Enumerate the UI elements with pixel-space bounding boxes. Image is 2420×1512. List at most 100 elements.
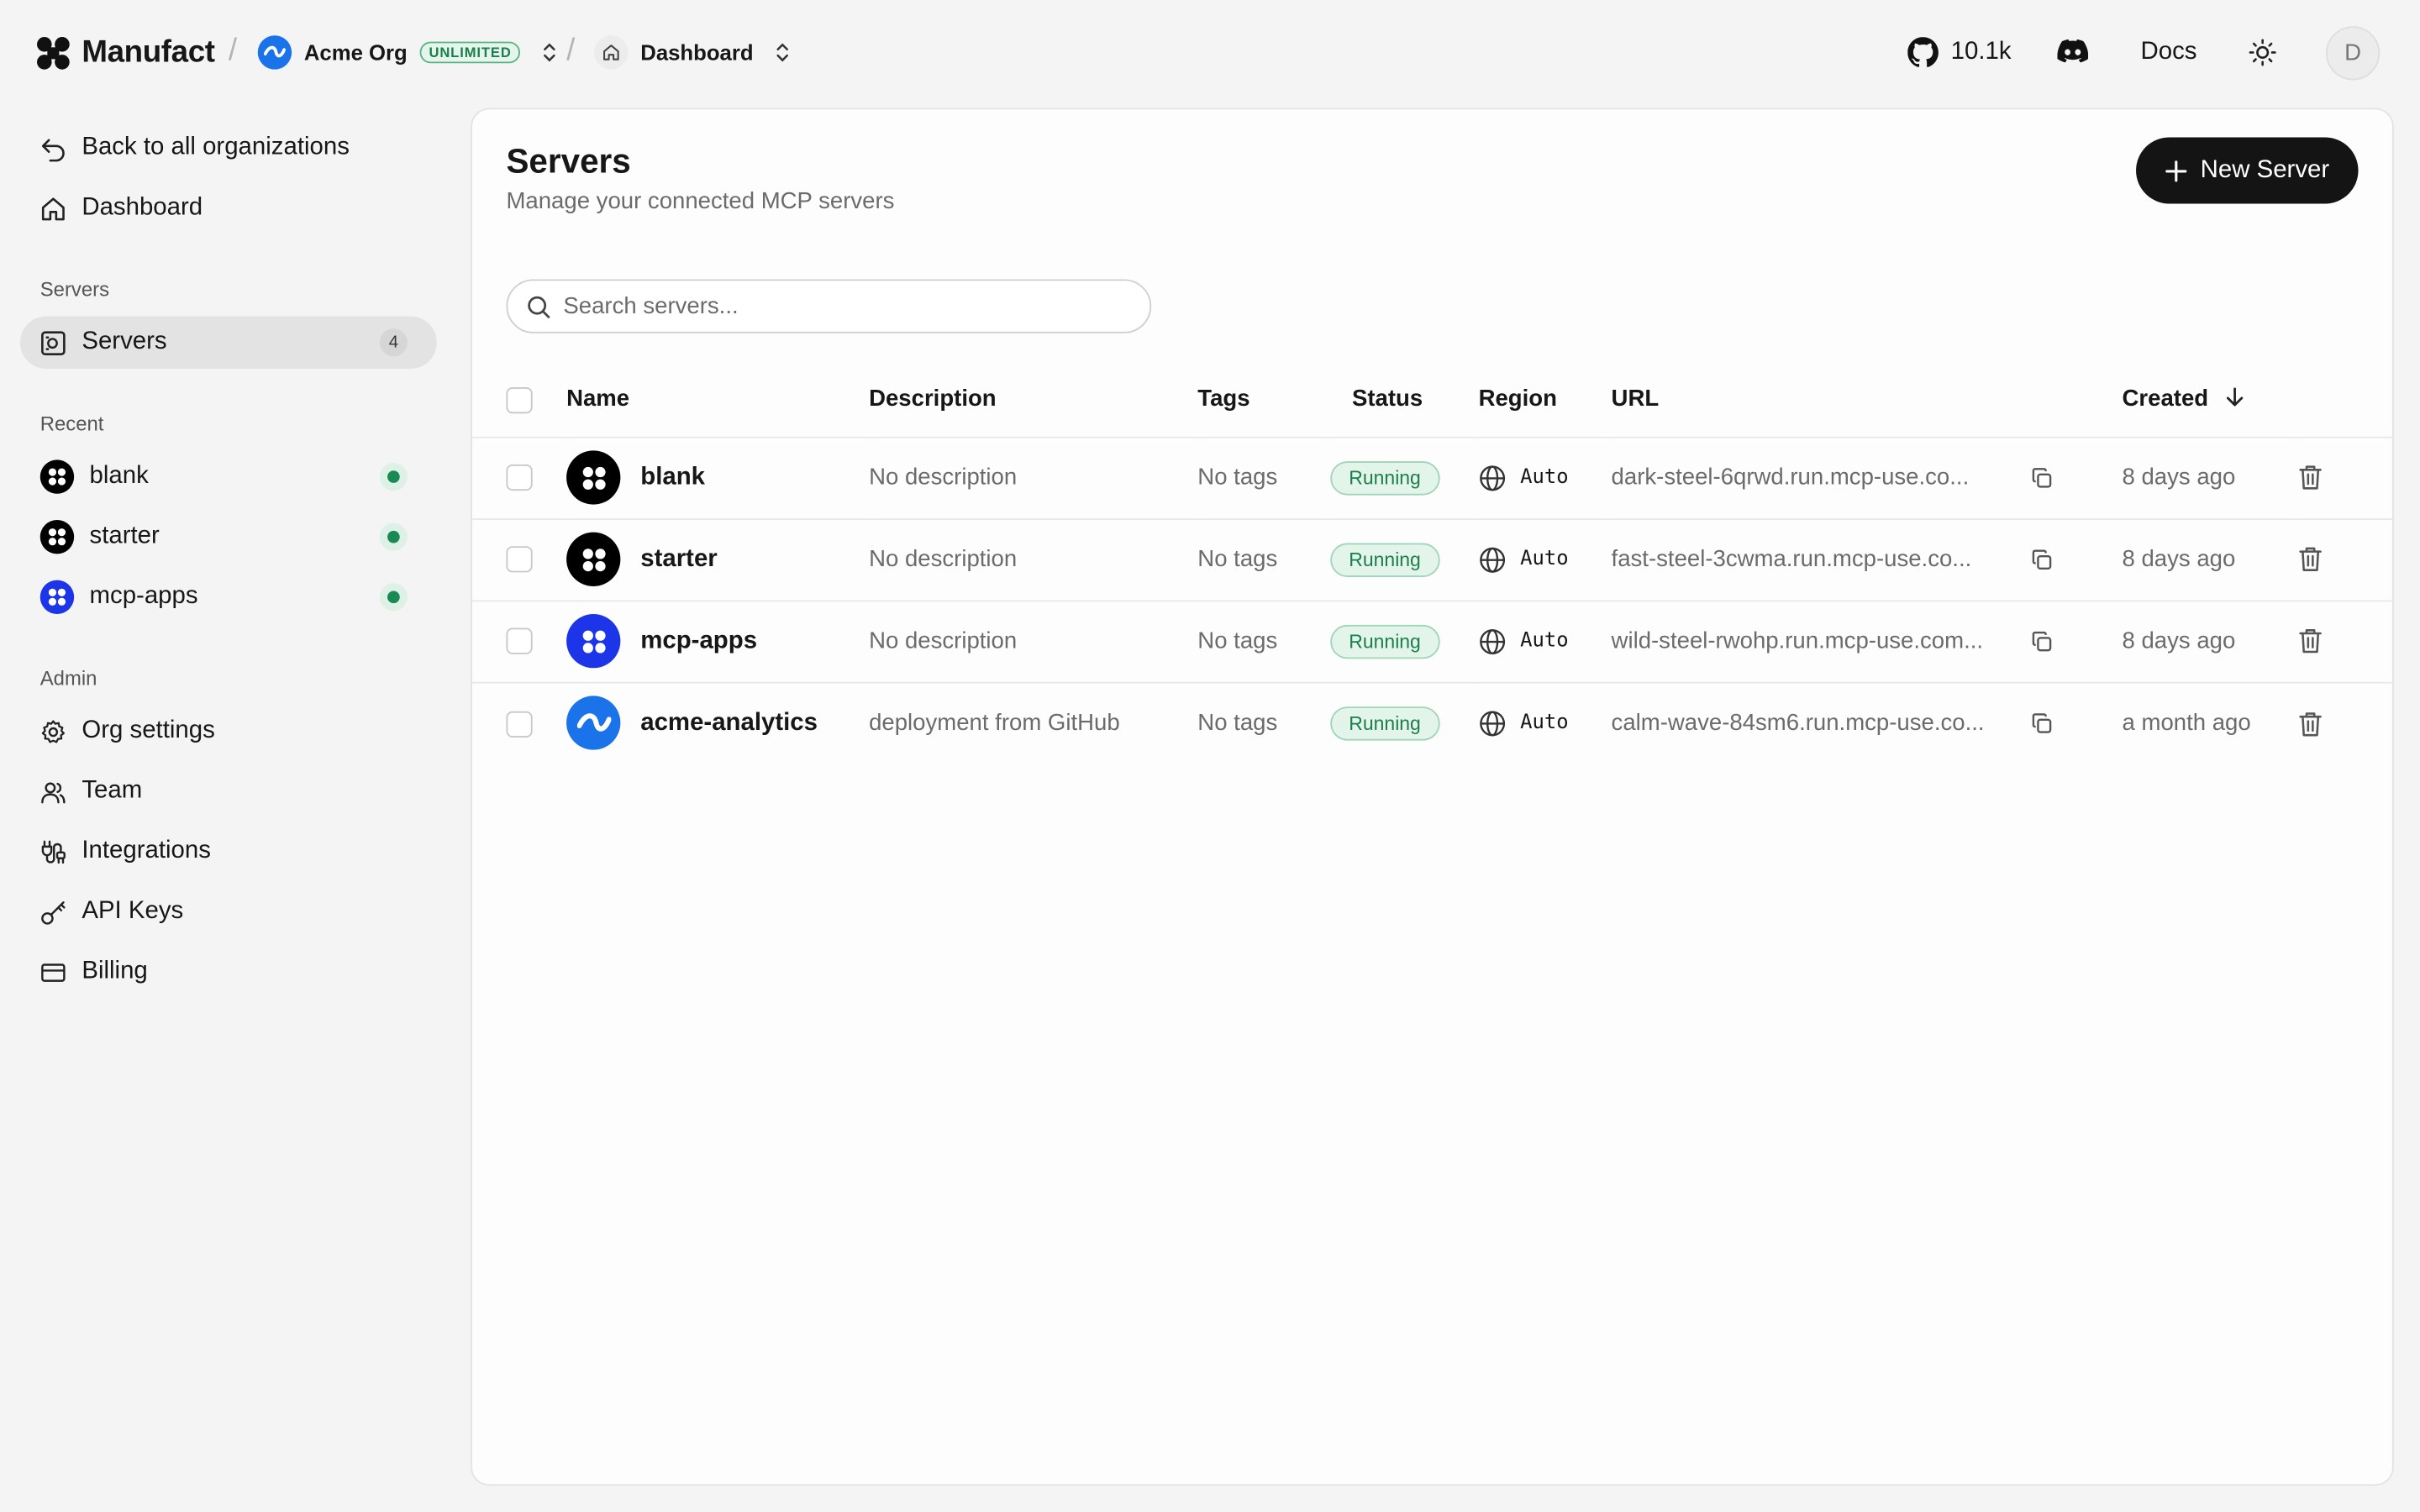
status-indicator bbox=[379, 583, 408, 612]
server-name[interactable]: acme-analytics bbox=[640, 709, 818, 737]
brand-name: Manufact bbox=[82, 35, 215, 70]
plus-icon bbox=[2165, 160, 2186, 181]
server-name[interactable]: starter bbox=[640, 545, 717, 573]
plug-icon bbox=[40, 838, 66, 864]
nav-label: API Keys bbox=[82, 897, 184, 925]
row-checkbox[interactable] bbox=[506, 465, 533, 491]
server-avatar-icon bbox=[566, 532, 621, 586]
server-tags: No tags bbox=[1197, 517, 1331, 601]
nav-label: Billing bbox=[82, 958, 148, 984]
docs-link[interactable]: Docs bbox=[2141, 39, 2197, 66]
status-indicator bbox=[379, 522, 408, 551]
trash-icon[interactable] bbox=[2298, 465, 2323, 491]
page-title: Servers bbox=[506, 141, 631, 181]
server-url[interactable]: fast-steel-3cwma.run.mcp-use.co... bbox=[1612, 546, 2016, 572]
server-avatar-icon bbox=[566, 696, 621, 751]
section-label-servers: Servers bbox=[39, 277, 110, 302]
select-all-checkbox[interactable] bbox=[506, 386, 533, 413]
column-header-url[interactable]: URL bbox=[1612, 363, 2123, 437]
back-to-organizations-link[interactable]: Back to all organizations bbox=[20, 122, 437, 174]
sort-descending-icon bbox=[2227, 387, 2244, 407]
row-checkbox[interactable] bbox=[506, 546, 533, 573]
recent-item-starter[interactable]: starter bbox=[20, 511, 437, 563]
copy-icon[interactable] bbox=[2031, 549, 2053, 570]
sidebar-item-team[interactable]: Team bbox=[20, 765, 437, 817]
server-avatar-icon bbox=[566, 614, 621, 669]
nav-label: Back to all organizations bbox=[82, 134, 350, 161]
brand-logo[interactable]: Manufact bbox=[35, 35, 215, 71]
globe-icon bbox=[1480, 628, 1506, 654]
sidebar-item-billing[interactable]: Billing bbox=[20, 946, 437, 998]
server-url[interactable]: calm-wave-84sm6.run.mcp-use.co... bbox=[1612, 710, 2016, 736]
recent-item-blank[interactable]: blank bbox=[20, 450, 437, 502]
table-row[interactable]: acme-analytics deployment from GitHub No… bbox=[472, 680, 2392, 764]
undo-arrow-icon bbox=[40, 135, 66, 161]
server-avatar-icon bbox=[566, 450, 621, 505]
trash-icon[interactable] bbox=[2298, 547, 2323, 573]
trash-icon[interactable] bbox=[2298, 711, 2323, 737]
page-switcher[interactable]: Dashboard bbox=[594, 35, 790, 70]
org-switcher[interactable]: Acme Org UNLIMITED bbox=[257, 35, 558, 70]
server-name[interactable]: blank bbox=[640, 464, 705, 491]
home-icon bbox=[40, 195, 66, 221]
globe-icon bbox=[1480, 711, 1506, 736]
column-header-name[interactable]: Name bbox=[566, 363, 869, 437]
gear-icon bbox=[40, 718, 66, 744]
copy-icon[interactable] bbox=[2031, 467, 2053, 489]
top-bar: Manufact / Acme Org UNLIMITED / Dashboar… bbox=[0, 0, 2420, 108]
row-checkbox[interactable] bbox=[506, 710, 533, 738]
github-link[interactable]: 10.1k bbox=[1907, 37, 2012, 68]
sidebar-item-integrations[interactable]: Integrations bbox=[20, 826, 437, 878]
server-avatar-icon bbox=[39, 580, 75, 615]
sidebar-item-org-settings[interactable]: Org settings bbox=[20, 705, 437, 757]
table-row[interactable]: mcp-apps No description No tags Running … bbox=[472, 599, 2392, 682]
sidebar-item-dashboard[interactable]: Dashboard bbox=[20, 182, 437, 234]
sun-icon bbox=[2249, 39, 2276, 66]
github-icon bbox=[1907, 37, 1939, 67]
copy-icon[interactable] bbox=[2031, 630, 2053, 652]
server-url[interactable]: dark-steel-6qrwd.run.mcp-use.co... bbox=[1612, 465, 2016, 491]
row-checkbox[interactable] bbox=[506, 628, 533, 655]
globe-icon bbox=[1480, 546, 1506, 572]
theme-toggle[interactable] bbox=[2249, 39, 2276, 74]
column-header-region[interactable]: Region bbox=[1479, 363, 1612, 437]
column-header-description[interactable]: Description bbox=[869, 363, 1197, 437]
user-avatar[interactable]: D bbox=[2325, 26, 2381, 81]
column-header-created-label: Created bbox=[2122, 386, 2209, 412]
sidebar-item-api-keys[interactable]: API Keys bbox=[20, 885, 437, 937]
org-avatar bbox=[257, 35, 292, 70]
users-icon bbox=[40, 779, 66, 805]
servers-table: Name Description Tags Status Region URL … bbox=[472, 363, 2392, 764]
column-header-tags[interactable]: Tags bbox=[1197, 363, 1330, 437]
server-region: Auto bbox=[1520, 465, 1569, 490]
search-box bbox=[506, 279, 1152, 333]
trash-icon[interactable] bbox=[2298, 628, 2323, 654]
table-header-row: Name Description Tags Status Region URL … bbox=[472, 363, 2392, 437]
server-url[interactable]: wild-steel-rwohp.run.mcp-use.com... bbox=[1612, 628, 2016, 654]
new-server-button[interactable]: New Server bbox=[2136, 137, 2359, 204]
server-description: No description bbox=[869, 599, 1198, 682]
server-name[interactable]: mcp-apps bbox=[640, 627, 757, 655]
manufact-logo-icon bbox=[37, 37, 70, 70]
recent-item-mcp-apps[interactable]: mcp-apps bbox=[20, 571, 437, 623]
nav-label: Servers bbox=[82, 328, 167, 355]
server-region: Auto bbox=[1520, 629, 1569, 653]
search-input[interactable] bbox=[563, 292, 1119, 320]
nav-label: blank bbox=[89, 463, 149, 490]
discord-icon bbox=[2057, 39, 2089, 63]
discord-link[interactable] bbox=[2057, 39, 2089, 71]
server-region: Auto bbox=[1520, 548, 1569, 571]
home-icon bbox=[594, 35, 629, 70]
copy-icon[interactable] bbox=[2031, 712, 2053, 734]
column-header-status[interactable]: Status bbox=[1330, 363, 1478, 437]
status-badge: Running bbox=[1330, 542, 1439, 577]
new-server-label: New Server bbox=[2200, 156, 2330, 183]
table-row[interactable]: blank No description No tags Running Aut… bbox=[472, 435, 2392, 519]
table-row[interactable]: starter No description No tags Running A… bbox=[472, 517, 2392, 601]
sidebar-item-servers[interactable]: Servers 4 bbox=[19, 316, 437, 369]
column-header-created[interactable]: Created bbox=[2123, 363, 2298, 437]
nav-label: Dashboard bbox=[82, 194, 203, 221]
nav-label: mcp-apps bbox=[89, 583, 198, 610]
server-created: a month ago bbox=[2122, 680, 2298, 764]
server-description: No description bbox=[869, 435, 1198, 519]
